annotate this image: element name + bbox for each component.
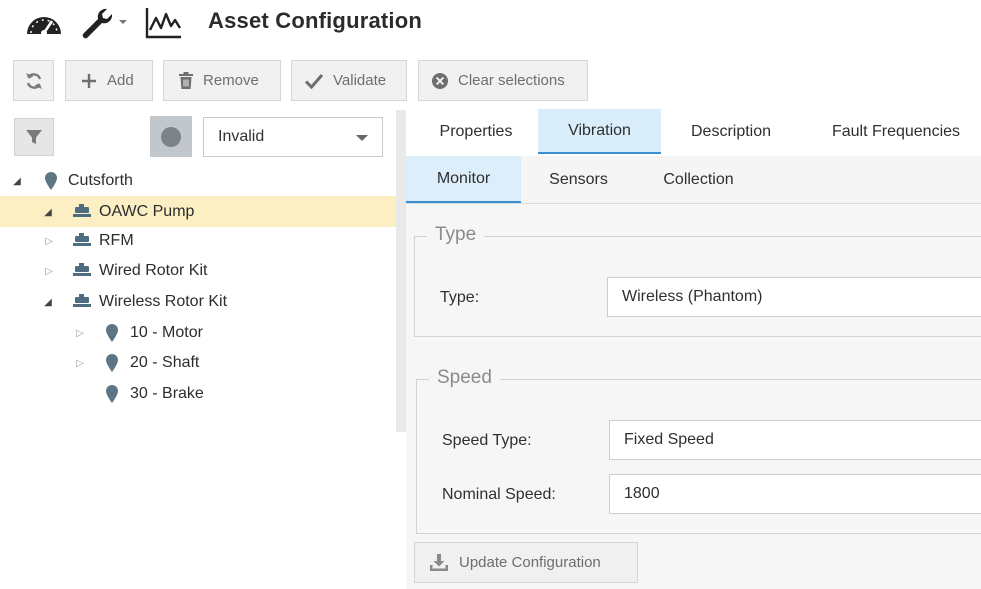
subtab-monitor[interactable]: Monitor (406, 156, 521, 203)
subtab-collection[interactable]: Collection (646, 156, 751, 203)
expand-toggle-icon[interactable]: ▷ (74, 327, 86, 339)
speed-type-label: Speed Type: (442, 432, 532, 449)
nominal-speed-value: 1800 (624, 485, 660, 502)
validate-button[interactable]: Validate (291, 60, 407, 101)
wrench-icon[interactable] (80, 6, 114, 40)
type-section-legend: Type (427, 224, 485, 246)
download-tray-icon (429, 553, 449, 573)
dropdown-caret-icon (356, 135, 368, 141)
line-chart-icon[interactable] (145, 6, 183, 40)
motor-icon (72, 263, 92, 278)
motor-icon (72, 294, 92, 309)
checkmark-icon (304, 72, 324, 90)
clear-circle-icon (431, 72, 449, 90)
clear-selections-label: Clear selections (458, 72, 565, 89)
trash-icon (178, 71, 194, 90)
add-button[interactable]: Add (65, 60, 153, 101)
validate-label: Validate (333, 72, 387, 89)
refresh-icon (24, 71, 44, 91)
dashboard-gauge-icon[interactable] (24, 8, 64, 40)
tree-node-label: RFM (99, 231, 134, 249)
sub-tabs: Monitor Sensors Collection (406, 156, 981, 204)
speed-section-legend: Speed (429, 367, 500, 389)
tree-node[interactable]: ◢ Cutsforth (0, 165, 396, 196)
tree-node-label: 10 - Motor (130, 323, 203, 341)
nominal-speed-label: Nominal Speed: (442, 486, 556, 503)
location-pin-icon (44, 171, 58, 191)
tree-node[interactable]: ▷ 20 - Shaft (0, 347, 396, 378)
tree-node[interactable]: ▷ Wired Rotor Kit (0, 255, 396, 286)
plus-icon (80, 72, 98, 90)
speed-type-value: Fixed Speed (624, 431, 714, 448)
expand-toggle-icon[interactable]: ▷ (43, 235, 55, 247)
expand-toggle-icon[interactable]: ◢ (11, 175, 23, 187)
filter-button[interactable] (14, 118, 54, 156)
tab-vibration[interactable]: Vibration (538, 109, 661, 154)
speed-type-field[interactable]: Fixed Speed (609, 420, 981, 460)
funnel-icon (25, 128, 43, 146)
type-field-value: Wireless (Phantom) (622, 288, 763, 305)
nominal-speed-field[interactable]: 1800 (609, 474, 981, 514)
status-filter-select[interactable]: Invalid (203, 117, 383, 157)
remove-button[interactable]: Remove (163, 60, 281, 101)
motor-icon (72, 233, 92, 248)
tree-scrollbar[interactable] (396, 110, 406, 432)
tree-node[interactable]: ▷ 10 - Motor (0, 317, 396, 348)
location-pin-icon (105, 323, 119, 343)
tree-node-label: 30 - Brake (130, 384, 204, 402)
tree-node[interactable]: ▷ RFM (0, 225, 396, 256)
status-indicator-button[interactable] (150, 116, 192, 157)
clear-selections-button[interactable]: Clear selections (418, 60, 588, 101)
add-label: Add (107, 72, 134, 89)
type-field[interactable]: Wireless (Phantom) (607, 277, 981, 317)
subtab-sensors[interactable]: Sensors (526, 156, 631, 203)
tree-node-label: OAWC Pump (99, 202, 195, 220)
remove-label: Remove (203, 72, 259, 89)
location-pin-icon (105, 384, 119, 404)
location-pin-icon (105, 353, 119, 373)
main-tabs: Properties Vibration Description Fault F… (406, 109, 981, 155)
motor-icon (72, 204, 92, 219)
tree-node-label: Wired Rotor Kit (99, 261, 208, 279)
app-header: Asset Configuration (0, 0, 981, 50)
expand-toggle-icon[interactable]: ◢ (42, 206, 54, 218)
tree-node-label: 20 - Shaft (130, 353, 200, 371)
tree-node[interactable]: 30 - Brake (0, 378, 396, 409)
type-label: Type: (440, 289, 480, 306)
status-filter-value: Invalid (218, 128, 265, 145)
tab-properties[interactable]: Properties (416, 109, 536, 154)
tab-description[interactable]: Description (671, 109, 791, 154)
tree-node[interactable]: ◢ Wireless Rotor Kit (0, 286, 396, 317)
expand-toggle-icon[interactable]: ▷ (43, 265, 55, 277)
page-title: Asset Configuration (208, 8, 423, 33)
status-dot-icon (161, 126, 181, 147)
expand-toggle-icon[interactable]: ▷ (74, 357, 86, 369)
tree-node-label: Cutsforth (68, 171, 133, 189)
tree-node-label: Wireless Rotor Kit (99, 292, 228, 310)
tab-fault-frequencies[interactable]: Fault Frequencies (821, 109, 971, 154)
tree-node-selected[interactable]: ◢ OAWC Pump (0, 196, 396, 227)
expand-toggle-icon[interactable]: ◢ (42, 296, 54, 308)
refresh-button[interactable] (13, 60, 54, 101)
update-configuration-label: Update Configuration (459, 554, 601, 571)
chevron-down-icon[interactable] (117, 17, 129, 27)
update-configuration-button[interactable]: Update Configuration (414, 542, 638, 583)
